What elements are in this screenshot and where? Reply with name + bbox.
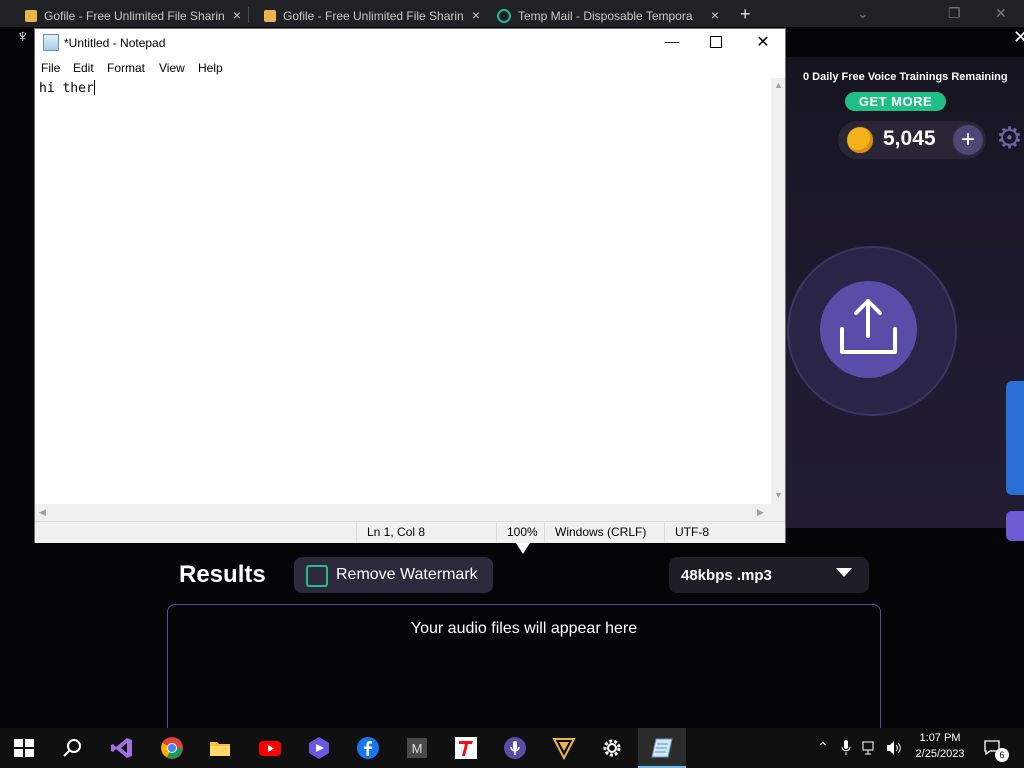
microphone-icon[interactable]: [840, 740, 852, 756]
report-issue-tab[interactable]: [1006, 381, 1024, 495]
scroll-up-icon[interactable]: ▲: [774, 80, 783, 90]
notepad-title-bar[interactable]: *Untitled - Notepad — ✕: [35, 29, 785, 58]
menu-bar: File Edit Format View Help: [35, 58, 785, 78]
notepad-window: *Untitled - Notepad — ✕ File Edit Format…: [34, 28, 786, 543]
facebook-icon[interactable]: [356, 736, 380, 760]
t-app-icon[interactable]: [454, 736, 478, 760]
chevron-up-icon[interactable]: ⌃: [817, 739, 829, 756]
line-ending: Windows (CRLF): [544, 522, 664, 543]
gofile-favicon-icon: [25, 9, 37, 22]
status-bar: Ln 1, Col 8 100% Windows (CRLF) UTF-8: [35, 521, 785, 543]
text-editor[interactable]: hi ther: [35, 78, 771, 504]
tempmail-favicon-icon: [497, 8, 511, 23]
encoding: UTF-8: [664, 522, 785, 543]
maximize-button[interactable]: [710, 36, 722, 48]
m-app-icon[interactable]: M: [405, 736, 429, 760]
menu-help[interactable]: Help: [198, 61, 223, 75]
gofile-favicon-icon: [264, 9, 276, 22]
dropdown-pointer-icon: [516, 543, 530, 554]
clock-date[interactable]: 2/25/2023: [910, 748, 970, 760]
browser-tab-tempmail[interactable]: Temp Mail - Disposable Tempora ×: [497, 4, 725, 27]
results-title: Results: [179, 561, 266, 588]
chat-tab[interactable]: [1006, 511, 1024, 541]
menu-view[interactable]: View: [159, 61, 185, 75]
browser-restore-button[interactable]: ❐: [948, 5, 961, 22]
scroll-right-icon[interactable]: ▶: [757, 507, 764, 518]
triangle-app-icon[interactable]: [552, 736, 576, 760]
text-caret: [93, 80, 95, 95]
visual-studio-icon[interactable]: [110, 736, 134, 760]
tab-close-icon[interactable]: ×: [233, 7, 241, 23]
settings-icon[interactable]: [600, 736, 624, 760]
notification-count-badge: 6: [995, 748, 1009, 762]
svg-text:M: M: [412, 741, 423, 756]
format-select-value: 48kbps .mp3: [681, 567, 772, 584]
app-header: [786, 27, 1024, 57]
tab-close-icon[interactable]: ×: [472, 7, 480, 23]
remove-watermark-checkbox[interactable]: [306, 565, 328, 587]
windows-start-icon[interactable]: [12, 736, 36, 760]
upload-button[interactable]: [820, 281, 917, 378]
close-button[interactable]: ✕: [751, 32, 775, 52]
media-player-icon[interactable]: [307, 736, 331, 760]
chrome-icon[interactable]: [160, 736, 184, 760]
file-explorer-icon[interactable]: [208, 736, 232, 760]
scroll-down-icon[interactable]: ▼: [774, 490, 783, 500]
tab-separator: [248, 7, 249, 23]
editor-content: hi ther: [39, 81, 94, 96]
tab-label: Gofile - Free Unlimited File Sharin: [44, 8, 225, 23]
zoom-level: 100%: [496, 522, 546, 543]
menu-file[interactable]: File: [41, 61, 60, 75]
network-icon[interactable]: [862, 740, 878, 756]
tab-label: Temp Mail - Disposable Tempora: [518, 8, 693, 23]
tab-close-icon[interactable]: ×: [711, 7, 719, 23]
remove-watermark-label: Remove Watermark: [336, 566, 478, 583]
window-title: *Untitled - Notepad: [64, 36, 166, 50]
browser-tab-gofile-1[interactable]: Gofile - Free Unlimited File Sharin ×: [25, 4, 247, 27]
horizontal-scrollbar[interactable]: ◀ ▶: [35, 504, 771, 521]
volume-icon[interactable]: [886, 740, 902, 756]
tab-label: Gofile - Free Unlimited File Sharin: [283, 8, 464, 23]
notepad-icon: [43, 34, 59, 51]
menu-format[interactable]: Format: [107, 61, 145, 75]
coin-count: 5,045: [883, 127, 936, 150]
taskbar: M ⌃ 1:07 PM 2/25/2023 6: [0, 728, 1024, 768]
browser-tab-gofile-2[interactable]: Gofile - Free Unlimited File Sharin ×: [264, 4, 486, 27]
clock-time[interactable]: 1:07 PM: [910, 732, 970, 744]
search-icon[interactable]: [60, 736, 84, 760]
notepad-icon[interactable]: [650, 736, 674, 760]
browser-close-button[interactable]: ✕: [995, 5, 1007, 22]
chevron-down-icon[interactable]: [836, 568, 852, 577]
voice-app-logo-icon: ♆: [16, 26, 30, 46]
cursor-position: Ln 1, Col 8: [356, 522, 496, 543]
browser-tab-strip: Gofile - Free Unlimited File Sharin × Go…: [0, 0, 1024, 27]
add-coins-button[interactable]: +: [953, 125, 983, 155]
youtube-icon[interactable]: [258, 736, 282, 760]
vertical-scrollbar[interactable]: ▲ ▼: [771, 78, 785, 504]
app-close-icon[interactable]: ✕: [1013, 27, 1024, 48]
new-tab-button[interactable]: +: [740, 4, 751, 25]
scrollbar-corner: [771, 504, 785, 521]
gear-icon[interactable]: ⚙: [996, 124, 1024, 154]
browser-minimize-button[interactable]: ⌄: [857, 5, 869, 22]
results-empty-message: Your audio files will appear here: [410, 620, 638, 637]
voice-app-icon[interactable]: [503, 736, 527, 760]
scroll-left-icon[interactable]: ◀: [39, 507, 46, 518]
minimize-button[interactable]: —: [660, 33, 684, 53]
voice-trainings-remaining: 0 Daily Free Voice Trainings Remaining: [803, 71, 1008, 83]
coin-icon: [847, 127, 873, 153]
menu-edit[interactable]: Edit: [73, 61, 94, 75]
upload-icon: [840, 299, 897, 354]
get-more-button[interactable]: GET MORE: [845, 92, 946, 111]
